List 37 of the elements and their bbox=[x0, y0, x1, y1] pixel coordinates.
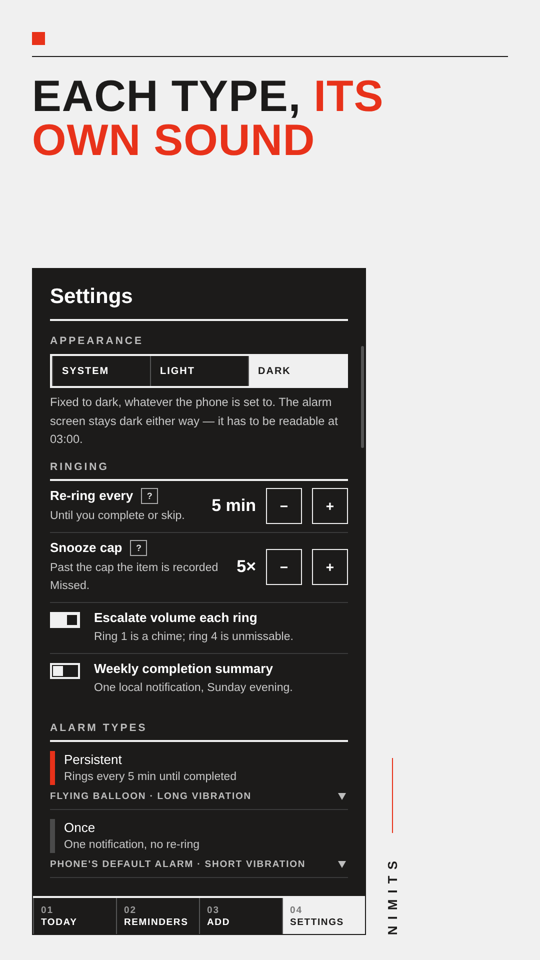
setting-description: Until you complete or skip. bbox=[50, 508, 186, 524]
increase-button[interactable]: + bbox=[312, 488, 348, 524]
setting-description: Past the cap the item is recorded Missed. bbox=[50, 560, 220, 594]
brand-wordmark: NIMITS bbox=[385, 854, 400, 935]
theme-tab[interactable]: DARK bbox=[248, 356, 346, 386]
setting-value: 5× bbox=[236, 557, 256, 577]
section-label: RINGING bbox=[50, 460, 348, 480]
setting-title: Snooze cap bbox=[50, 540, 122, 555]
increase-button[interactable]: + bbox=[312, 549, 348, 585]
screen-title: Settings bbox=[50, 285, 348, 321]
setting-title: Weekly completion summary bbox=[94, 660, 273, 676]
sound-dropdown[interactable]: FLYING BALLOON · LONG VIBRATION bbox=[50, 790, 252, 802]
toggle-switch[interactable] bbox=[50, 612, 80, 628]
caret-icon[interactable] bbox=[338, 860, 346, 868]
accent-square bbox=[32, 32, 45, 45]
setting-title: Re-ring every bbox=[50, 488, 134, 503]
alarm-type-description: Rings every 5 min until completed bbox=[64, 770, 237, 784]
scroll-bar[interactable] bbox=[361, 346, 364, 448]
caret-icon[interactable] bbox=[338, 792, 346, 800]
alarm-type-name: Persistent bbox=[64, 750, 123, 768]
setting-description: One local notification, Sunday evening. bbox=[94, 680, 294, 696]
headline: EACH TYPE, ITS OWN SOUND bbox=[32, 75, 385, 163]
setting-description: Ring 1 is a chime; ring 4 is unmissable. bbox=[94, 630, 294, 644]
setting-value: 5 min bbox=[212, 496, 256, 516]
nav-tab[interactable]: 04 SETTINGS bbox=[282, 898, 365, 934]
section-label: ALARM TYPES bbox=[50, 722, 348, 742]
sound-dropdown[interactable]: PHONE'S DEFAULT ALARM · SHORT VIBRATION bbox=[50, 858, 306, 870]
alarm-type-name: Once bbox=[64, 818, 96, 836]
alarm-type-description: One notification, no re-ring bbox=[64, 838, 200, 852]
appearance-description: Fixed to dark, whatever the phone is set to. The alarm screen stays dark either way — it has to be readable at 03:00. bbox=[50, 394, 339, 448]
section-label: APPEARANCE bbox=[50, 335, 145, 347]
decrease-button[interactable]: − bbox=[266, 488, 302, 524]
help-button[interactable]: ? bbox=[130, 540, 148, 556]
decrease-button[interactable]: − bbox=[266, 549, 302, 585]
help-button[interactable]: ? bbox=[141, 488, 158, 504]
setting-title: Escalate volume each ring bbox=[94, 610, 258, 624]
toggle-switch[interactable] bbox=[50, 662, 80, 678]
